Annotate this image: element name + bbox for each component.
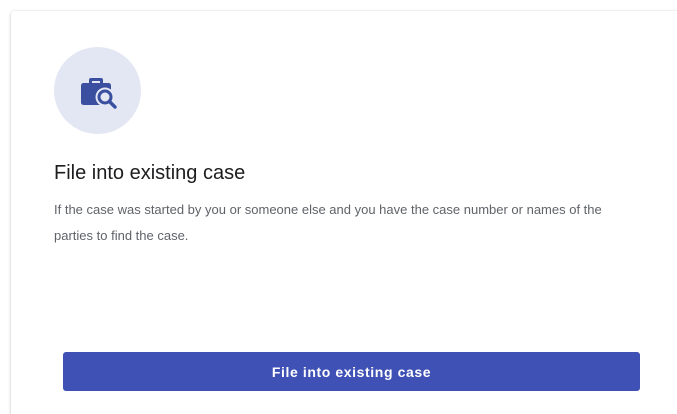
page: File into existing case If the case was … [0,0,677,414]
icon-badge [54,47,141,134]
card-title: File into existing case [54,162,246,184]
briefcase-search-icon [81,78,117,109]
card-description: If the case was started by you or someon… [54,202,602,243]
file-into-existing-case-button[interactable]: File into existing case [63,352,640,391]
file-option-card: File into existing case If the case was … [11,11,677,414]
